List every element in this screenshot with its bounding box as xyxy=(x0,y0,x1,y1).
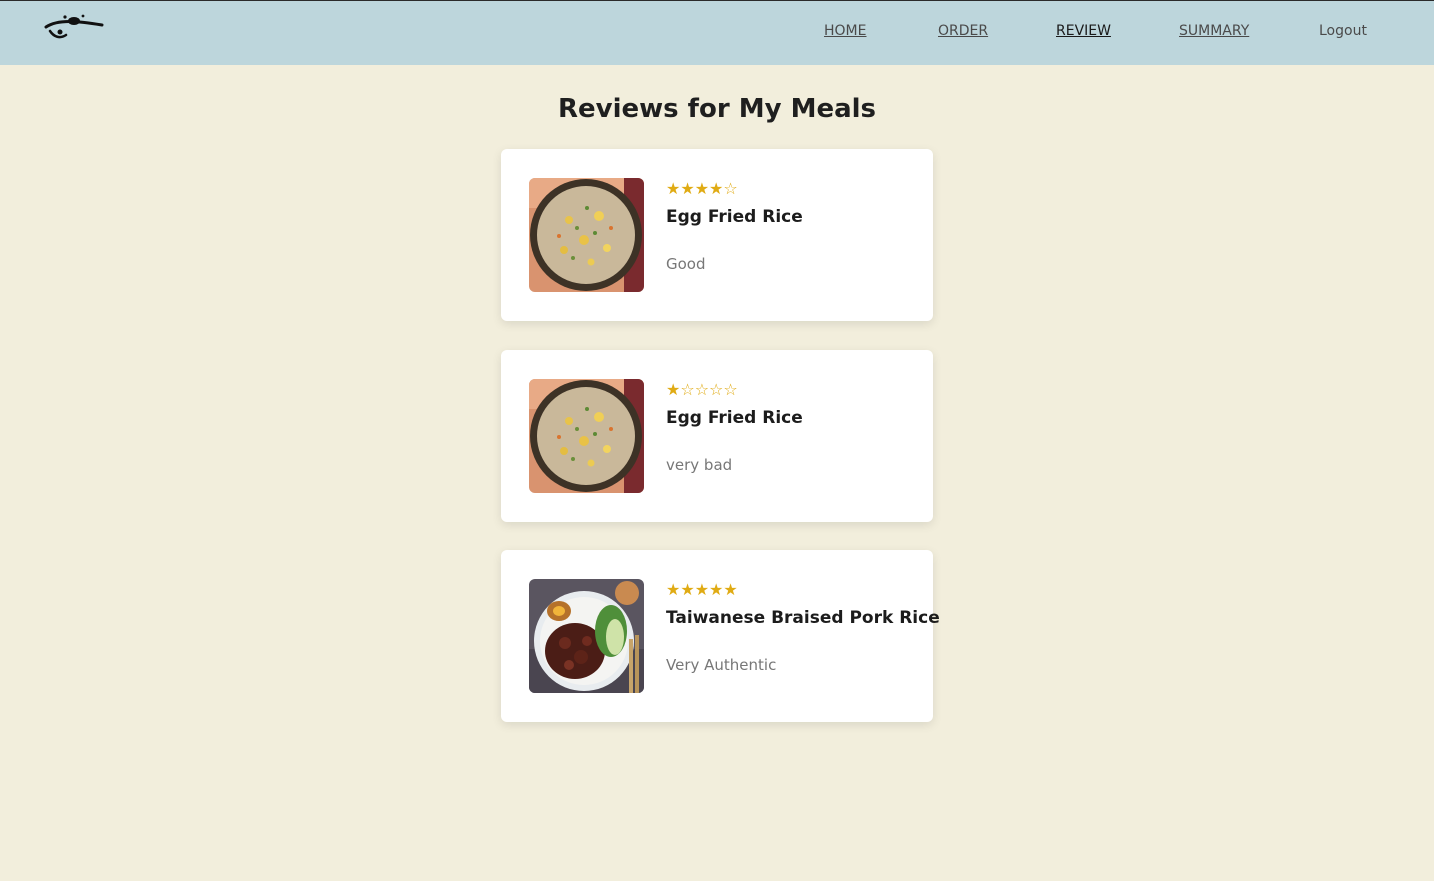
nav-home-link[interactable]: HOME xyxy=(824,23,866,39)
meal-name: Taiwanese Braised Pork Rice xyxy=(666,608,940,628)
nav-order-link[interactable]: ORDER xyxy=(938,23,988,39)
logo-icon xyxy=(44,14,104,39)
review-comment: very bad xyxy=(666,456,733,474)
page-title: Reviews for My Meals xyxy=(557,94,877,124)
review-comment: Very Authentic xyxy=(666,656,777,674)
review-comment: Good xyxy=(666,255,706,273)
logout-link[interactable]: Logout xyxy=(1319,23,1367,39)
star-rating: ★☆☆☆☆ xyxy=(666,380,738,399)
top-navbar: HOME ORDER REVIEW SUMMARY Logout xyxy=(0,0,1434,65)
review-card: ★★★★☆ Egg Fried Rice Good xyxy=(501,149,933,321)
meal-image xyxy=(529,178,644,292)
meal-name: Egg Fried Rice xyxy=(666,207,803,227)
nav-review-link[interactable]: REVIEW xyxy=(1056,23,1111,39)
egg-fried-rice-photo-icon xyxy=(529,379,644,493)
nav-summary-link[interactable]: SUMMARY xyxy=(1179,23,1249,39)
meal-image xyxy=(529,579,644,693)
meal-image xyxy=(529,379,644,493)
braised-pork-rice-photo-icon xyxy=(529,579,644,693)
meal-name: Egg Fried Rice xyxy=(666,408,803,428)
star-rating: ★★★★☆ xyxy=(666,179,738,198)
egg-fried-rice-photo-icon xyxy=(529,178,644,292)
webite-logo[interactable] xyxy=(40,9,108,59)
review-card: ★☆☆☆☆ Egg Fried Rice very bad xyxy=(501,350,933,522)
review-card: ★★★★★ Taiwanese Braised Pork Rice Very A… xyxy=(501,550,940,722)
star-rating: ★★★★★ xyxy=(666,580,738,599)
